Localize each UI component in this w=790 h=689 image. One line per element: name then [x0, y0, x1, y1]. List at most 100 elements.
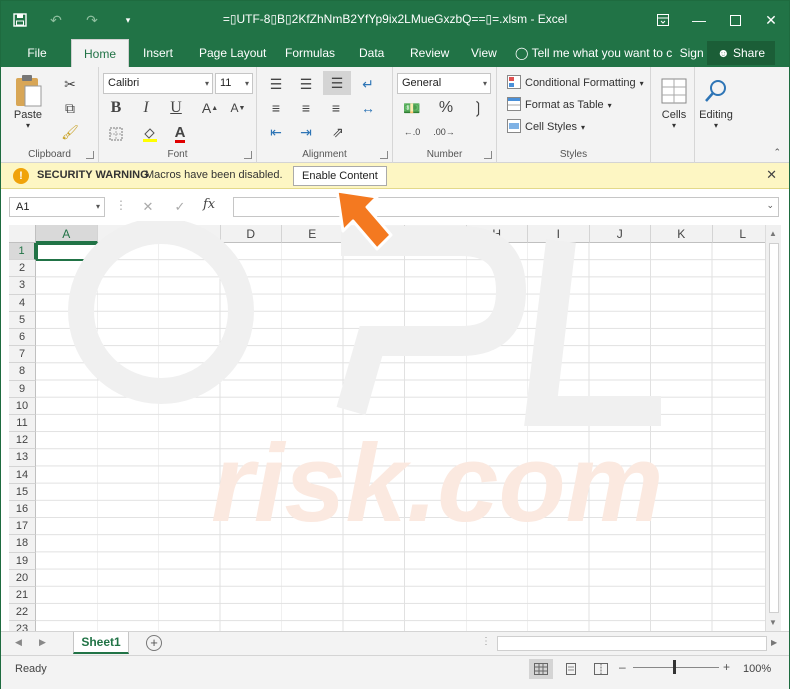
tab-splitter-icon[interactable]: ⋮ [481, 636, 491, 647]
row-header[interactable]: 20 [9, 569, 36, 587]
maximize-icon[interactable] [717, 1, 753, 39]
tell-me-box[interactable]: ◯ Tell me what you want to c Sign in [515, 39, 716, 67]
row-header[interactable]: 3 [9, 277, 36, 295]
italic-icon[interactable]: I [135, 97, 157, 119]
scroll-up-icon[interactable]: ▲ [769, 229, 777, 238]
expand-formula-bar-icon[interactable]: ⌄ [766, 200, 774, 211]
row-header[interactable]: 2 [9, 260, 36, 278]
scroll-right-icon[interactable]: ▶ [771, 638, 777, 647]
page-break-preview-icon[interactable] [589, 659, 613, 679]
row-header[interactable]: 19 [9, 552, 36, 570]
select-all-corner[interactable] [9, 225, 36, 243]
tab-formulas[interactable]: Formulas [273, 39, 347, 67]
row-header[interactable]: 10 [9, 397, 36, 415]
increase-indent-icon[interactable]: ⇥ [295, 121, 317, 143]
ribbon-display-options-icon[interactable] [645, 1, 681, 39]
cancel-entry-icon[interactable]: ✕ [137, 197, 159, 217]
align-middle-icon[interactable]: ☰ [295, 73, 317, 95]
row-header[interactable]: 12 [9, 432, 36, 450]
column-header[interactable]: B [97, 225, 159, 243]
row-header[interactable]: 5 [9, 311, 36, 329]
row-header[interactable]: 22 [9, 604, 36, 622]
tab-home[interactable]: Home [71, 39, 130, 67]
accounting-format-icon[interactable]: 💵 [401, 97, 423, 119]
row-header[interactable]: 15 [9, 483, 36, 501]
column-header[interactable]: C [159, 225, 221, 243]
minimize-icon[interactable]: — [681, 1, 717, 39]
clipboard-launcher-icon[interactable] [86, 151, 94, 159]
number-launcher-icon[interactable] [484, 151, 492, 159]
row-header[interactable]: 9 [9, 380, 36, 398]
zoom-in-icon[interactable]: + [723, 660, 730, 674]
row-header[interactable]: 11 [9, 415, 36, 433]
decrease-decimal-icon[interactable]: .00→ [433, 121, 455, 143]
tab-page-layout[interactable]: Page Layout [187, 39, 278, 67]
collapse-ribbon-icon[interactable]: ⌃ [773, 147, 781, 158]
row-header[interactable]: 17 [9, 518, 36, 536]
vertical-scrollbar[interactable]: ▲ ▼ [765, 225, 781, 631]
normal-view-icon[interactable] [529, 659, 553, 679]
column-header[interactable]: K [651, 225, 713, 243]
font-color-icon[interactable]: A [169, 123, 191, 145]
name-box[interactable]: A1 ▾ [9, 197, 105, 217]
selected-cell[interactable] [36, 243, 101, 263]
row-header[interactable]: 21 [9, 587, 36, 605]
paste-button[interactable]: Paste ▾ [11, 73, 45, 130]
tab-data[interactable]: Data [347, 39, 396, 67]
increase-font-icon[interactable]: A ▲ [199, 97, 221, 119]
conditional-formatting-button[interactable]: Conditional Formatting ▾ [507, 73, 644, 93]
number-format-select[interactable]: General ▾ [397, 73, 491, 94]
row-header[interactable]: 7 [9, 346, 36, 364]
scrollbar-thumb[interactable] [769, 243, 779, 613]
close-icon[interactable]: ✕ [766, 167, 777, 183]
column-header[interactable]: D [220, 225, 282, 243]
tab-insert[interactable]: Insert [131, 39, 185, 67]
fill-color-icon[interactable] [139, 123, 161, 145]
add-sheet-icon[interactable]: + [146, 635, 162, 651]
comma-style-icon[interactable]: ❳ [467, 97, 489, 119]
cells-button[interactable]: Cells ▾ [657, 73, 691, 130]
zoom-out-icon[interactable]: – [619, 660, 626, 674]
orientation-icon[interactable]: ⇗ [327, 121, 349, 143]
zoom-level[interactable]: 100% [743, 663, 771, 675]
decrease-font-icon[interactable]: A ▼ [227, 97, 249, 119]
column-header[interactable]: H [466, 225, 528, 243]
column-header[interactable]: F [343, 225, 405, 243]
percent-icon[interactable]: % [435, 97, 457, 119]
insert-function-icon[interactable]: fx [203, 197, 215, 212]
alignment-launcher-icon[interactable] [380, 151, 388, 159]
page-layout-view-icon[interactable] [559, 659, 583, 679]
decrease-indent-icon[interactable]: ⇤ [265, 121, 287, 143]
zoom-slider-track[interactable] [633, 667, 719, 668]
editing-button[interactable]: Editing ▾ [699, 73, 733, 130]
font-family-select[interactable]: Calibri ▾ [103, 73, 213, 94]
sheet-tab-sheet1[interactable]: Sheet1 [73, 632, 129, 654]
align-right-icon[interactable]: ≡ [325, 97, 347, 119]
tab-view[interactable]: View [459, 39, 509, 67]
row-header[interactable]: 18 [9, 535, 36, 553]
column-header[interactable]: A [36, 225, 98, 243]
copy-icon[interactable]: ⧉ [59, 97, 81, 119]
zoom-slider-thumb[interactable] [673, 660, 676, 674]
cell-styles-button[interactable]: Cell Styles ▾ [507, 117, 585, 137]
column-header[interactable]: E [282, 225, 344, 243]
column-header[interactable]: I [528, 225, 590, 243]
tab-review[interactable]: Review [398, 39, 461, 67]
close-icon[interactable]: ✕ [753, 1, 789, 39]
row-header[interactable]: 4 [9, 294, 36, 312]
column-header[interactable]: G [405, 225, 467, 243]
worksheet-grid[interactable]: ABCDEFGHIJKL 1 2 3 4 5 6 7 8 9 10 11 12 13 14 15 16 17 18… [9, 225, 765, 631]
format-painter-icon[interactable]: 🖌 [59, 121, 81, 143]
format-as-table-button[interactable]: Format as Table ▾ [507, 95, 612, 115]
align-bottom-icon[interactable]: ☰ [323, 71, 351, 95]
row-header[interactable]: 8 [9, 363, 36, 381]
tab-file[interactable]: File [9, 39, 65, 67]
formula-bar-grip-icon[interactable]: ⋮ [115, 198, 127, 212]
wrap-text-icon[interactable]: ↵ [357, 73, 379, 95]
share-button[interactable]: ☻ Share [706, 41, 775, 65]
row-header[interactable]: 1 [9, 243, 36, 261]
font-launcher-icon[interactable] [244, 151, 252, 159]
align-center-icon[interactable]: ≡ [295, 97, 317, 119]
borders-icon[interactable] [105, 123, 127, 145]
bold-icon[interactable]: B [105, 97, 127, 119]
